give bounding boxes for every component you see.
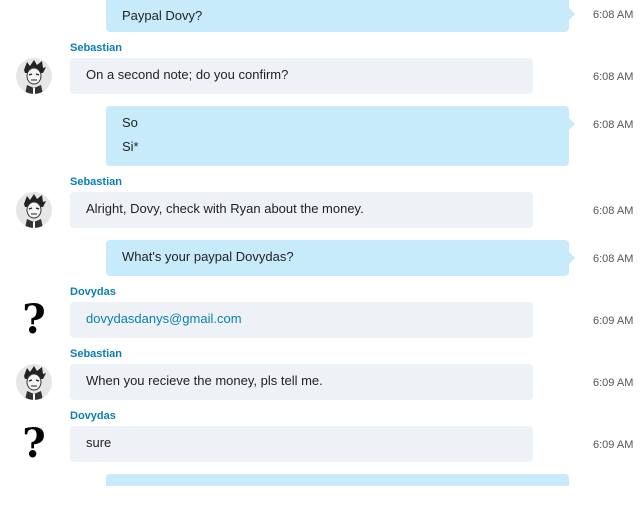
message-line: Si* [122,139,139,154]
outgoing-message-partial[interactable] [106,474,569,486]
message-text: On a second note; do you confirm? [86,67,289,82]
message-text: Paypal Dovy? [122,8,203,23]
sebastian-avatar[interactable] [16,192,52,228]
message-text: Alright, Dovy, check with Ryan about the… [86,201,364,216]
sebastian-avatar[interactable] [16,364,52,400]
incoming-message[interactable]: Alright, Dovy, check with Ryan about the… [70,192,533,228]
message-line: So [122,115,138,130]
message-text: When you recieve the money, pls tell me. [86,373,323,388]
email-link[interactable]: dovydasdanys@gmail.com [86,311,242,326]
question-mark-avatar-icon[interactable]: ? [16,300,52,340]
message-timestamp: 6:08 AM [593,71,634,83]
outgoing-message[interactable]: Paypal Dovy? [106,0,575,32]
message-timestamp: 6:08 AM [593,253,634,265]
sender-name[interactable]: Sebastian [70,176,122,188]
incoming-message[interactable]: On a second note; do you confirm? [70,58,533,94]
incoming-message[interactable]: dovydasdanys@gmail.com [70,302,533,338]
message-timestamp: 6:08 AM [593,119,634,131]
incoming-message[interactable]: sure [70,426,533,462]
cartoon-man-icon [16,58,52,94]
incoming-message[interactable]: When you recieve the money, pls tell me. [70,364,533,400]
message-timestamp: 6:08 AM [593,205,634,217]
message-timestamp: 6:09 AM [593,377,634,389]
sender-name[interactable]: Sebastian [70,348,122,360]
outgoing-message[interactable]: So Si* [106,106,575,166]
sebastian-avatar[interactable] [16,58,52,94]
cartoon-man-icon [16,192,52,228]
sender-name[interactable]: Dovydas [70,286,116,298]
sender-name[interactable]: Sebastian [70,42,122,54]
message-timestamp: 6:09 AM [593,439,634,451]
cartoon-man-icon [16,364,52,400]
outgoing-message[interactable]: What's your paypal Dovydas? [106,240,575,276]
message-text: What's your paypal Dovydas? [122,249,294,264]
sender-name[interactable]: Dovydas [70,410,116,422]
message-text: sure [86,435,112,450]
message-timestamp: 6:09 AM [593,315,634,327]
message-timestamp: 6:08 AM [593,9,634,21]
question-mark-avatar-icon[interactable]: ? [16,424,52,464]
